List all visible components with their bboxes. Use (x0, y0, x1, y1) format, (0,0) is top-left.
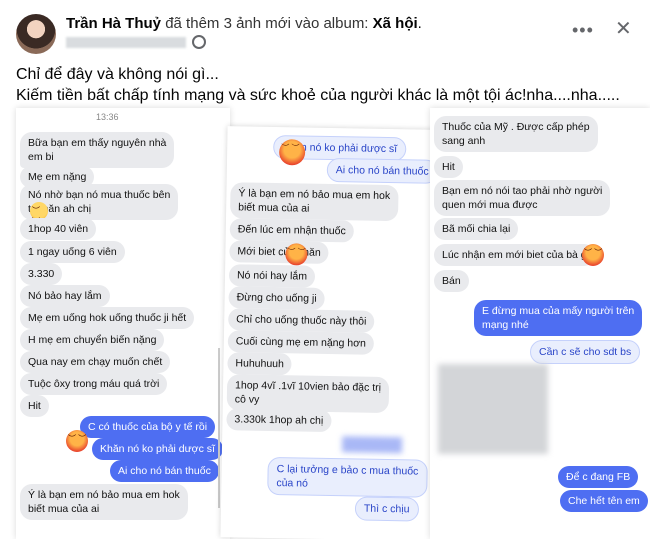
more-dots-icon[interactable]: ••• (572, 20, 594, 41)
chat-time: 13:36 (96, 112, 119, 122)
message-bubble: Thuốc của Mỹ . Được cấp phép sang anh (434, 116, 598, 152)
chat-screenshot-1[interactable]: 13:36 Bữa bạn em thấy nguyên nhà em bi Mẹ… (16, 108, 230, 539)
blurred-region (341, 436, 403, 454)
message-bubble: 1hop 4vĩ .1vĩ 10vien bảo đặc trị cô vy (226, 374, 390, 414)
message-bubble: Lúc nhận em mới biet của bà g (434, 244, 595, 266)
message-bubble: Mới biet của khăn (229, 240, 329, 264)
post-timestamp-blurred (66, 37, 186, 48)
caption-line-1: Chỉ để đây và không nói gì... (16, 66, 219, 83)
message-bubble-outgoing: Khăn nó ko phải dược sĩ (92, 438, 223, 460)
message-bubble: Cuối cùng mẹ em nặng hơn (227, 330, 375, 355)
message-bubble: Ý là bạn em nó bảo mua em hok biết mua củ… (20, 484, 188, 520)
post-action: đã thêm 3 ảnh mới vào album: (165, 15, 369, 32)
message-bubble: 1 ngay uống 6 viên (20, 241, 125, 263)
blurred-region (438, 364, 548, 454)
angry-emoji-icon (66, 430, 88, 452)
message-bubble: Huhuhuuh (227, 352, 293, 376)
message-bubble-outgoing: Ai cho nó bán thuốc (110, 460, 219, 482)
message-bubble: Bữa bạn em thấy nguyên nhà em bi (20, 132, 175, 168)
message-bubble: Bã mối chia lại (434, 218, 519, 240)
post-caption: Chỉ để đây và không nói gì... Kiếm tiền … (16, 64, 620, 106)
message-bubble-outgoing: C lại tưởng e bảo c mua thuốc của nó (267, 456, 428, 498)
message-bubble-outgoing: Cần c sẽ cho sdt bs (530, 340, 641, 364)
chat-screenshot-2[interactable]: Khăn nó ko phải dược sĩ Ai cho nó bán th… (220, 126, 440, 539)
message-bubble: 3.330k 1hop ah chị (226, 408, 332, 433)
message-bubble: Mẹ em uống hok uống thuốc ji hết (20, 307, 195, 329)
close-icon[interactable]: ✕ (615, 16, 632, 41)
message-bubble: Bán (434, 270, 469, 292)
message-bubble: H mẹ em chuyển biến nặng (20, 329, 165, 351)
angry-emoji-icon (278, 139, 306, 166)
message-bubble: Hit (434, 156, 463, 178)
message-bubble: Nó bảo hay lắm (20, 285, 110, 307)
message-bubble: 1hop 40 viên (20, 218, 97, 240)
message-bubble: 3.330 (20, 263, 63, 285)
message-bubble: Qua nay em chạy muốn chết (20, 351, 171, 373)
message-bubble-outgoing: C có thuốc của bộ y tế rồi (80, 416, 216, 438)
album-link[interactable]: Xã hội (373, 15, 418, 32)
message-bubble: Tuộc ôxy trong máu quá trời (20, 373, 168, 395)
scrollbar[interactable] (218, 348, 220, 508)
message-bubble: Ý là bạn em nó bảo mua em hok biết mua củ… (229, 182, 399, 222)
chat-screenshot-3[interactable]: Thuốc của Mỹ . Được cấp phép sang anh Hit… (430, 108, 650, 539)
message-bubble: Chỉ cho uống thuốc này thôi (228, 308, 375, 333)
globe-icon (192, 35, 206, 49)
message-bubble: Nó nói hay lắm (228, 264, 316, 288)
message-bubble-outgoing: Để c đang FB (558, 466, 639, 488)
message-bubble: Hit (20, 395, 49, 417)
album-suffix: . (417, 15, 422, 32)
message-bubble-outgoing: Thì c chịu (354, 496, 419, 522)
message-bubble: Đừng cho uống ji (228, 286, 325, 310)
post-header: Trần Hà Thuỷ đã thêm 3 ảnh mới vào album… (66, 15, 422, 32)
angry-emoji-icon (582, 244, 604, 266)
message-bubble: Bạn em nó nói tao phải nhờ người quen mới… (434, 180, 611, 216)
message-bubble-outgoing: Che hết tên em (560, 490, 648, 512)
author-avatar[interactable] (16, 14, 56, 54)
caption-line-2: Kiếm tiền bất chấp tính mạng và sức khoẻ… (16, 87, 620, 104)
author-name[interactable]: Trần Hà Thuỷ (66, 15, 161, 32)
message-bubble-outgoing: Ai cho nó bán thuốc (326, 157, 438, 184)
message-bubble: Đến lúc em nhận thuốc (229, 218, 354, 243)
post-card: Trần Hà Thuỷ đã thêm 3 ảnh mới vào album… (0, 0, 650, 539)
message-bubble-outgoing: E đừng mua của mấy người trên mạng nhé (474, 300, 643, 336)
